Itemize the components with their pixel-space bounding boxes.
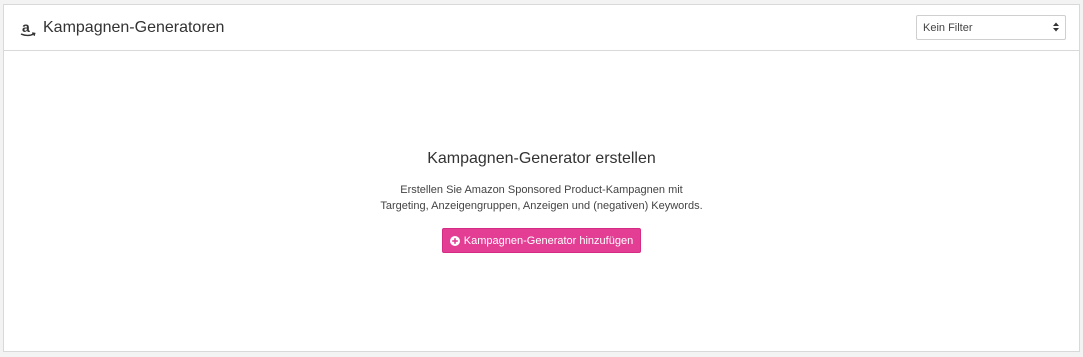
empty-state-title: Kampagnen-Generator erstellen — [427, 150, 656, 167]
page-title: Kampagnen-Generatoren — [43, 18, 225, 36]
plus-circle-icon — [449, 235, 460, 246]
add-campaign-generator-button[interactable]: Kampagnen-Generator hinzufügen — [441, 228, 642, 253]
add-campaign-generator-label: Kampagnen-Generator hinzufügen — [463, 234, 634, 247]
amazon-logo-icon: a — [20, 19, 36, 36]
campaign-generators-panel: a Kampagnen-Generatoren Kein Filter Kamp… — [3, 4, 1080, 352]
filter-selected-value: Kein Filter — [923, 21, 973, 34]
empty-state-description-line: Targeting, Anzeigengruppen, Anzeigen und… — [380, 200, 703, 212]
panel-header: a Kampagnen-Generatoren Kein Filter — [4, 5, 1079, 51]
select-arrows-icon — [1053, 22, 1059, 32]
empty-state: Kampagnen-Generator erstellen Erstellen … — [4, 51, 1079, 351]
filter-select[interactable]: Kein Filter — [916, 15, 1066, 40]
svg-text:a: a — [22, 19, 30, 35]
empty-state-description: Erstellen Sie Amazon Sponsored Product-K… — [380, 182, 702, 214]
empty-state-description-line: Erstellen Sie Amazon Sponsored Product-K… — [400, 184, 683, 196]
